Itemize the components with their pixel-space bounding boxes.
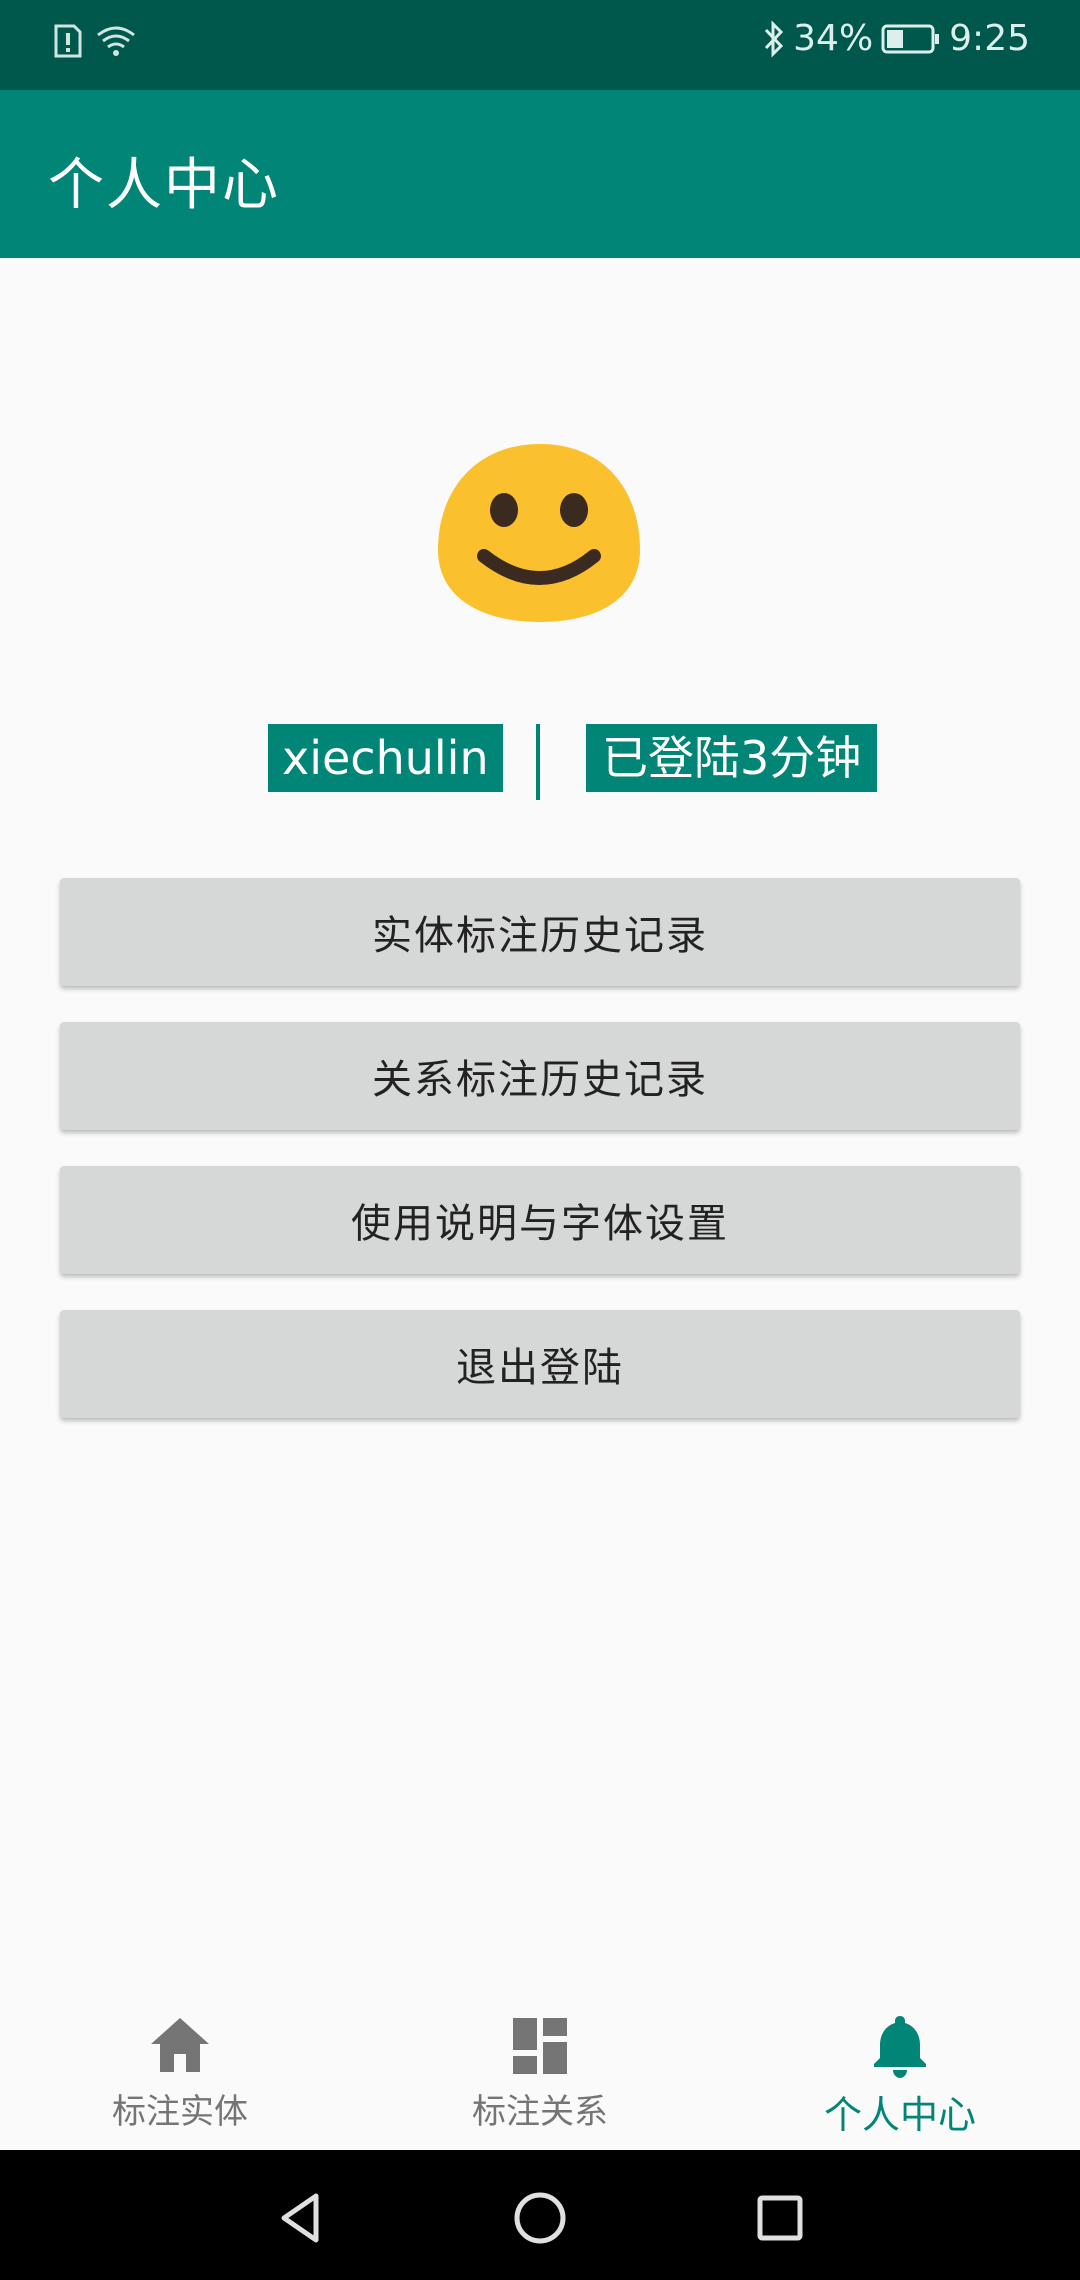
nav-label: 标注关系 [472, 2092, 608, 2132]
home-button-icon[interactable] [512, 2190, 568, 2246]
back-icon[interactable] [272, 2190, 328, 2246]
profile-info-row: xiechulin 已登陆3分钟 [0, 724, 1080, 800]
relation-history-button[interactable]: 关系标注历史记录 [60, 1022, 1020, 1130]
home-icon [151, 2018, 209, 2072]
battery-percent: 34% [793, 18, 874, 59]
entity-history-button[interactable]: 实体标注历史记录 [60, 878, 1020, 986]
info-divider [536, 724, 540, 800]
clock: 9:25 [949, 18, 1030, 59]
logout-button[interactable]: 退出登陆 [60, 1310, 1020, 1418]
bottom-navigation: 标注实体 标注关系 个人中心 [0, 1990, 1080, 2150]
sim-alert-icon [54, 24, 82, 58]
status-bar: 34% 9:25 [0, 0, 1080, 90]
bluetooth-icon [765, 19, 784, 58]
nav-label: 标注实体 [112, 2092, 248, 2132]
status-right: 34% 9:25 [763, 18, 1030, 59]
system-navigation-bar [0, 2150, 1080, 2280]
page-title: 个人中心 [48, 153, 280, 218]
status-left [54, 24, 136, 58]
wifi-icon [97, 26, 135, 56]
dashboard-icon [513, 2018, 567, 2074]
bell-icon [874, 2016, 926, 2078]
help-font-settings-button[interactable]: 使用说明与字体设置 [60, 1166, 1020, 1274]
nav-item-personal-center[interactable]: 个人中心 [720, 1990, 1080, 2150]
nav-label: 个人中心 [823, 2093, 976, 2137]
nav-item-annotate-relation[interactable]: 标注关系 [360, 1990, 720, 2150]
login-duration-label: 已登陆3分钟 [586, 724, 878, 792]
username-label: xiechulin [268, 724, 503, 792]
battery-icon [881, 24, 940, 53]
recents-icon[interactable] [752, 2190, 808, 2246]
smiley-face-icon [438, 444, 640, 622]
app-bar: 个人中心 [0, 90, 1080, 258]
nav-item-annotate-entity[interactable]: 标注实体 [0, 1990, 360, 2150]
